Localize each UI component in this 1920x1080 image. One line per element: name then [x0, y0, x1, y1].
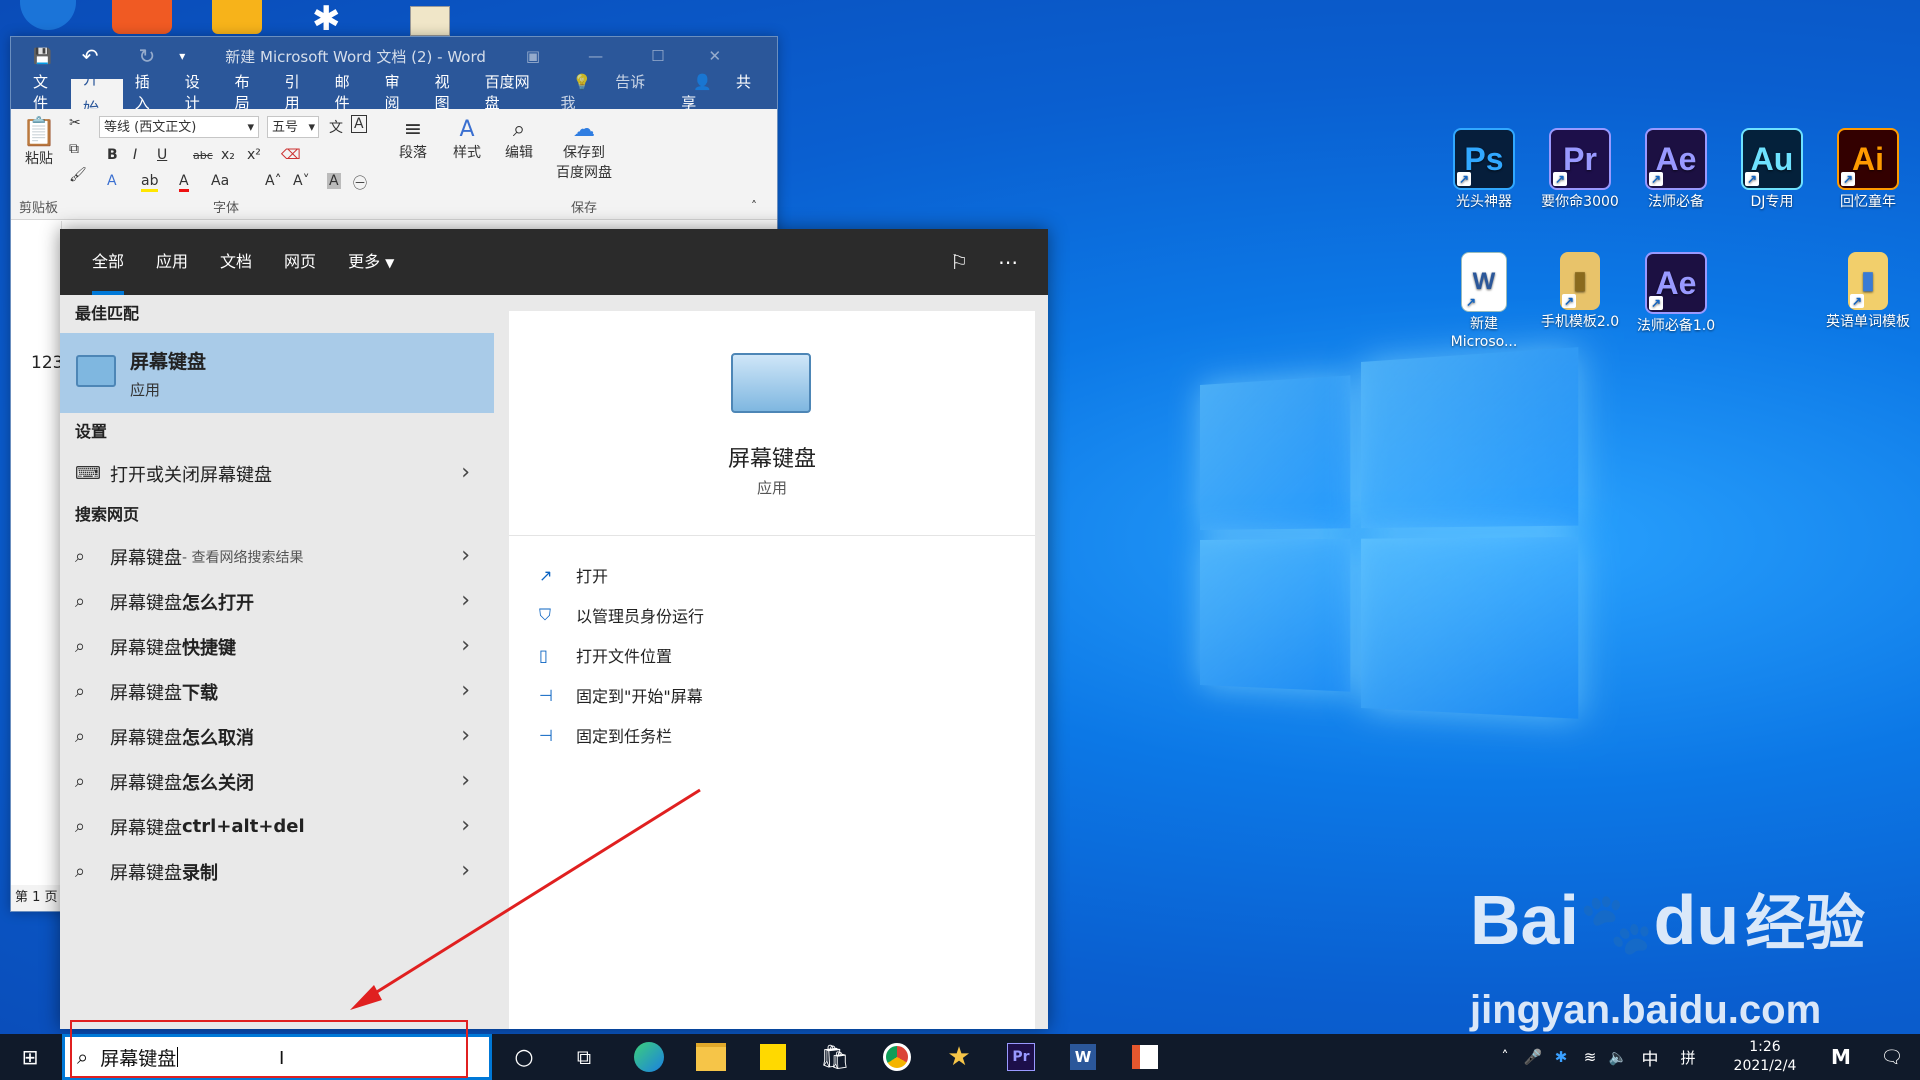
- clock-time: 1:26: [1749, 1039, 1781, 1055]
- volume-icon[interactable]: 🔈: [1606, 1034, 1630, 1080]
- app-tray-icon[interactable]: ✱: [1550, 1034, 1572, 1080]
- file-explorer-icon[interactable]: [686, 1034, 736, 1080]
- chrome-icon[interactable]: [872, 1034, 922, 1080]
- start-button[interactable]: ⊞: [0, 1034, 60, 1080]
- cortana-icon[interactable]: ○: [500, 1034, 548, 1080]
- word-taskbar-icon[interactable]: W: [1058, 1034, 1108, 1080]
- microphone-icon[interactable]: 🎤: [1522, 1034, 1544, 1080]
- ime-mode-indicator[interactable]: 拼: [1674, 1034, 1702, 1080]
- recorder-tray-icon[interactable]: M: [1824, 1034, 1858, 1080]
- sticky-notes-icon[interactable]: [748, 1034, 798, 1080]
- wifi-icon[interactable]: ≋: [1578, 1034, 1602, 1080]
- task-view-icon[interactable]: ⧉: [560, 1034, 608, 1080]
- clock-date: 2021/2/4: [1733, 1058, 1797, 1074]
- ime-language-indicator[interactable]: 中: [1636, 1034, 1664, 1080]
- presentation-app-icon[interactable]: [1120, 1034, 1170, 1080]
- premiere-taskbar-icon[interactable]: Pr: [996, 1034, 1046, 1080]
- clock[interactable]: 1:26 2021/2/4: [1710, 1034, 1820, 1080]
- store-icon[interactable]: 🛍: [810, 1034, 860, 1080]
- show-hidden-icons-icon[interactable]: ˄: [1494, 1034, 1516, 1080]
- search-box-highlight: [70, 1020, 468, 1078]
- annotation-arrow: [350, 788, 701, 1010]
- notification-icon[interactable]: 🗨: [1872, 1034, 1912, 1080]
- edge-icon[interactable]: [624, 1034, 674, 1080]
- star-app-icon[interactable]: ★: [934, 1034, 984, 1080]
